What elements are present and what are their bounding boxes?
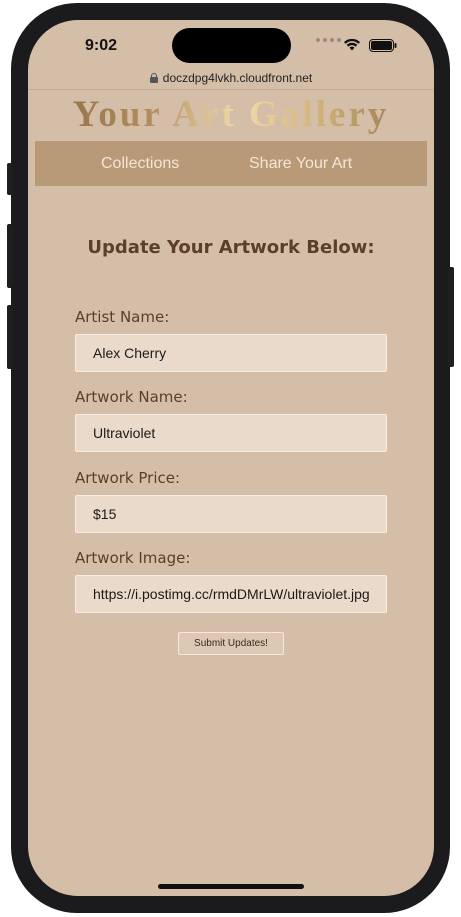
- artwork-image-label: Artwork Image:: [75, 549, 191, 567]
- home-indicator[interactable]: [158, 884, 304, 889]
- artwork-price-input[interactable]: [75, 495, 387, 533]
- artist-name-input[interactable]: [75, 334, 387, 372]
- battery-icon: [369, 39, 397, 52]
- form-heading: Update Your Artwork Below:: [87, 237, 375, 258]
- url-text: doczdpg4lvkh.cloudfront.net: [162, 71, 313, 85]
- dynamic-island: [172, 28, 291, 63]
- lock-icon: [149, 73, 158, 83]
- volume-up-button: [7, 224, 13, 288]
- address-bar-divider: [28, 89, 434, 90]
- artwork-image-input[interactable]: [75, 575, 387, 613]
- power-button: [448, 267, 454, 367]
- artwork-name-label: Artwork Name:: [75, 388, 188, 406]
- nav-share-art-link[interactable]: Share Your Art: [249, 155, 352, 173]
- volume-down-button: [7, 305, 13, 369]
- site-title: Your Art Gallery: [28, 93, 434, 136]
- nav-collections-link[interactable]: Collections: [101, 155, 179, 173]
- address-bar[interactable]: doczdpg4lvkh.cloudfront.net: [28, 68, 434, 88]
- phone-screen: 9:02 doczdpg4lvkh.cloudfront.net Your Ar…: [28, 20, 434, 896]
- signal-dots-icon: [316, 38, 341, 42]
- artwork-price-label: Artwork Price:: [75, 469, 181, 487]
- silent-switch: [7, 163, 13, 195]
- status-time: 9:02: [85, 37, 118, 54]
- nav-bar: Collections Share Your Art: [35, 141, 427, 186]
- submit-updates-button[interactable]: Submit Updates!: [178, 632, 284, 655]
- artist-name-label: Artist Name:: [75, 308, 170, 326]
- wifi-icon: [344, 38, 360, 51]
- artwork-name-input[interactable]: [75, 414, 387, 452]
